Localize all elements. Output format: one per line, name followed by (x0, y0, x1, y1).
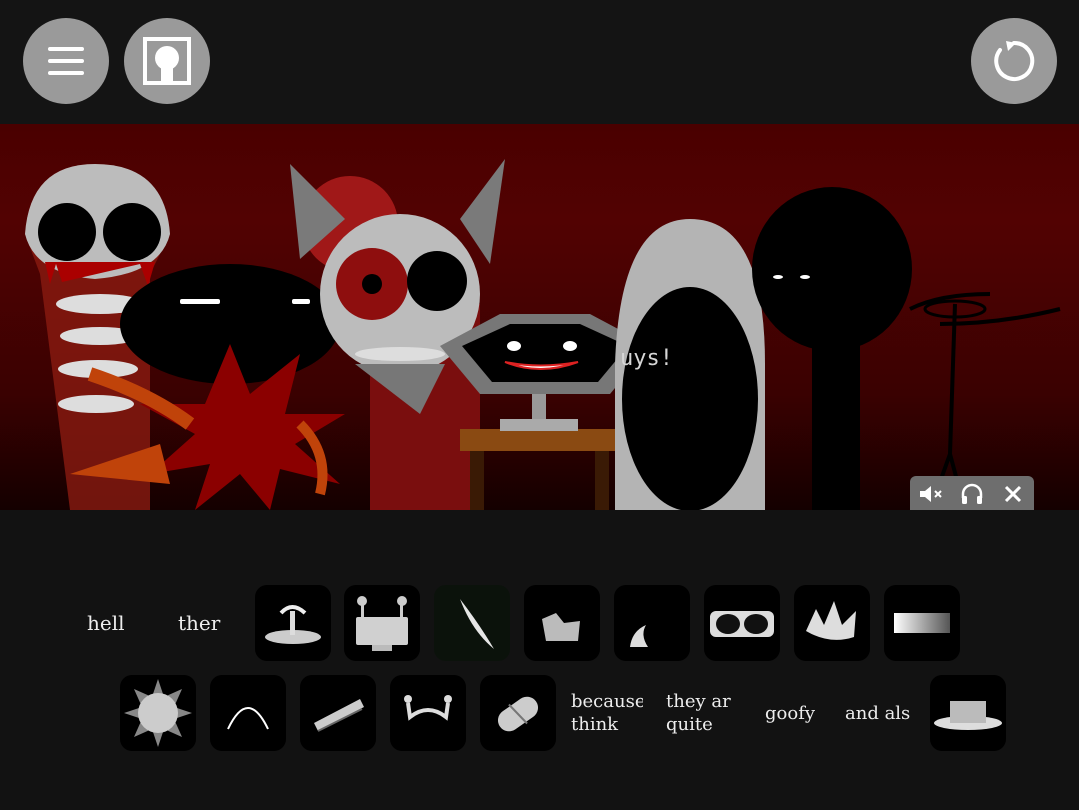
spiked-sun-icon (124, 679, 192, 747)
sound-slot-robot-head[interactable] (344, 585, 420, 661)
arc-icon (227, 707, 269, 730)
character-select-icon (143, 37, 191, 85)
restart-button[interactable] (971, 18, 1057, 104)
sound-slot-arc[interactable] (210, 675, 286, 751)
antenna-mouth-icon (404, 695, 452, 721)
spikes-icon (806, 601, 856, 640)
playback-controls (910, 476, 1034, 512)
ear-icon (542, 613, 580, 641)
sound-slot-fountain[interactable] (255, 585, 331, 661)
sound-slot-claw[interactable] (614, 585, 690, 661)
mute-button[interactable] (916, 479, 946, 509)
sound-slot-bar[interactable] (884, 585, 960, 661)
gradient-bar-icon (894, 613, 950, 633)
stage-artwork (25, 159, 1061, 510)
sound-slot-goggles[interactable] (704, 585, 780, 661)
sound-slot-spikes[interactable] (794, 585, 870, 661)
sound-slot-teeth[interactable] (300, 675, 376, 751)
word-sound-goofy[interactable]: goofy (765, 702, 815, 725)
robot-head-icon (356, 596, 408, 651)
sound-slot-blade[interactable] (434, 585, 510, 661)
word-sound-hell[interactable]: hell (87, 611, 147, 635)
sound-slot-ear[interactable] (524, 585, 600, 661)
word-sound-they-are[interactable]: they ar quite (666, 690, 732, 736)
mute-icon (919, 486, 942, 502)
hamburger-icon (48, 47, 84, 75)
menu-button[interactable] (23, 18, 109, 104)
close-icon (1005, 485, 1022, 503)
claw-icon (630, 625, 648, 647)
top-bar (0, 0, 1079, 124)
character-select-button[interactable] (124, 18, 210, 104)
blade-icon (460, 599, 494, 649)
fountain-icon (265, 605, 321, 644)
solo-button[interactable] (957, 479, 987, 509)
headphones-icon (961, 483, 983, 504)
sound-slot-capsule[interactable] (480, 675, 556, 751)
restart-icon (994, 40, 1035, 81)
capsule-icon (497, 696, 539, 732)
black-head-character (752, 187, 912, 510)
speech-text: uys! (620, 346, 673, 371)
word-sound-because[interactable]: because think (571, 690, 643, 736)
goggles-icon (710, 611, 774, 637)
word-sound-and-also[interactable]: and als (845, 702, 911, 725)
hat-icon (934, 701, 1002, 730)
sound-tray: hell ther because think they ar quite go… (0, 510, 1079, 810)
sound-slot-hat[interactable] (930, 675, 1006, 751)
character-stage: uys! (0, 124, 1079, 510)
sound-slot-antenna-mouth[interactable] (390, 675, 466, 751)
teeth-icon (314, 699, 364, 732)
close-button[interactable] (998, 479, 1028, 509)
word-sound-ther[interactable]: ther (178, 611, 234, 635)
sound-slot-sun[interactable] (120, 675, 196, 751)
